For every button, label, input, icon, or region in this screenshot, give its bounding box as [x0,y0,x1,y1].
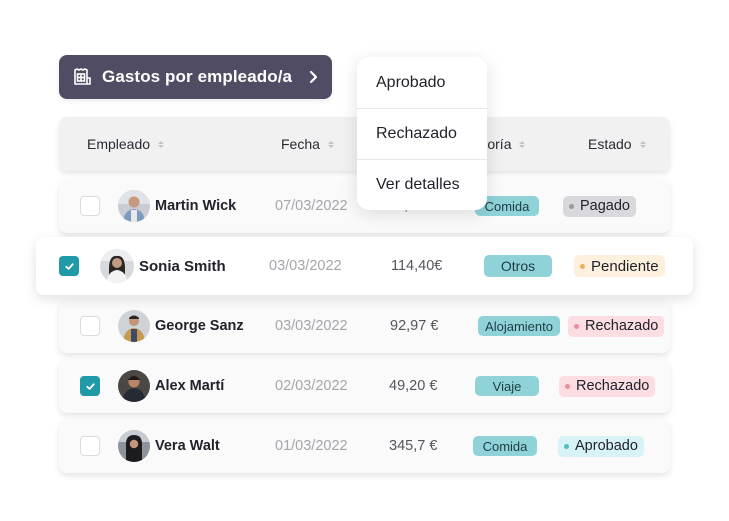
receipt-icon [72,67,92,87]
category-badge: Alojamiento [478,316,560,336]
status-label: Aprobado [575,438,638,454]
category-badge: Comida [473,436,537,456]
menu-item-aprobado[interactable]: Aprobado [357,57,487,108]
status-badge: Pendiente [574,255,665,277]
status-badge: Pagado [563,195,636,217]
chevron-right-icon [306,70,320,84]
status-dot-icon [565,383,570,389]
column-label: Estado [588,136,632,152]
column-label: Fecha [281,136,320,152]
expense-date: 01/03/2022 [275,438,348,454]
employee-name: Sonia Smith [139,257,226,275]
row-checkbox-checked[interactable] [80,376,100,396]
menu-item-rechazado[interactable]: Rechazado [357,108,487,159]
expenses-table-illustration: Gastos por empleado/a Empleado Fecha Cat… [0,0,729,521]
expense-amount: 345,7 € [389,438,438,454]
expense-date: 03/03/2022 [275,318,348,334]
row-checkbox[interactable] [80,316,100,336]
expense-amount: 92,97 € [390,318,439,334]
table-row[interactable]: George Sanz 03/03/2022 92,97 € Alojamien… [59,299,670,353]
table-row[interactable]: Vera Walt 01/03/2022 345,7 € Comida Apro… [59,419,670,473]
avatar [118,370,150,402]
row-checkbox[interactable] [80,196,100,216]
column-label: Empleado [87,136,151,152]
avatar [100,249,134,283]
table-row[interactable]: Alex Martí 02/03/2022 49,20 € Viaje Rech… [59,359,670,413]
menu-item-ver-detalles[interactable]: Ver detalles [357,159,487,210]
sort-icon[interactable] [327,140,334,148]
avatar [118,430,150,462]
status-label: Rechazado [576,378,650,394]
employee-name: Vera Walt [155,438,220,454]
expense-amount: 114,40€ [391,258,443,274]
expense-date: 02/03/2022 [275,378,348,394]
status-dot-icon [569,203,574,209]
avatar [118,310,150,342]
status-label: Pagado [580,198,630,214]
expenses-by-employee-label: Gastos por empleado/a [102,67,293,86]
expense-date: 03/03/2022 [269,258,342,274]
status-label: Rechazado [585,318,659,334]
status-dot-icon [580,263,585,269]
sort-icon[interactable] [158,140,165,148]
status-dot-icon [564,443,569,449]
status-badge: Rechazado [568,315,665,337]
sort-icon[interactable] [639,140,646,148]
sort-icon[interactable] [519,140,526,148]
expense-amount: 49,20 € [389,378,438,394]
checkmark-icon [85,382,95,390]
expenses-by-employee-button[interactable]: Gastos por empleado/a [59,55,332,99]
row-checkbox-checked[interactable] [59,256,79,276]
category-badge: Viaje [475,376,539,396]
table-row-selected[interactable]: Sonia Smith 03/03/2022 114,40€ Otros Pen… [36,237,693,295]
row-checkbox[interactable] [80,436,100,456]
column-header-estado[interactable]: Estado [588,117,646,171]
checkmark-icon [64,262,74,270]
employee-name: Alex Martí [155,378,225,394]
column-header-empleado[interactable]: Empleado [87,117,165,171]
expense-date: 07/03/2022 [275,198,348,214]
category-badge: Otros [484,255,552,277]
avatar [118,190,150,222]
status-badge: Aprobado [558,435,644,457]
status-label: Pendiente [591,257,659,275]
status-badge: Rechazado [559,375,656,397]
employee-name: Martin Wick [155,198,237,214]
employee-name: George Sanz [155,318,244,334]
status-dot-icon [574,323,579,329]
row-actions-menu: Aprobado Rechazado Ver detalles [357,57,487,210]
column-header-fecha[interactable]: Fecha [281,117,334,171]
